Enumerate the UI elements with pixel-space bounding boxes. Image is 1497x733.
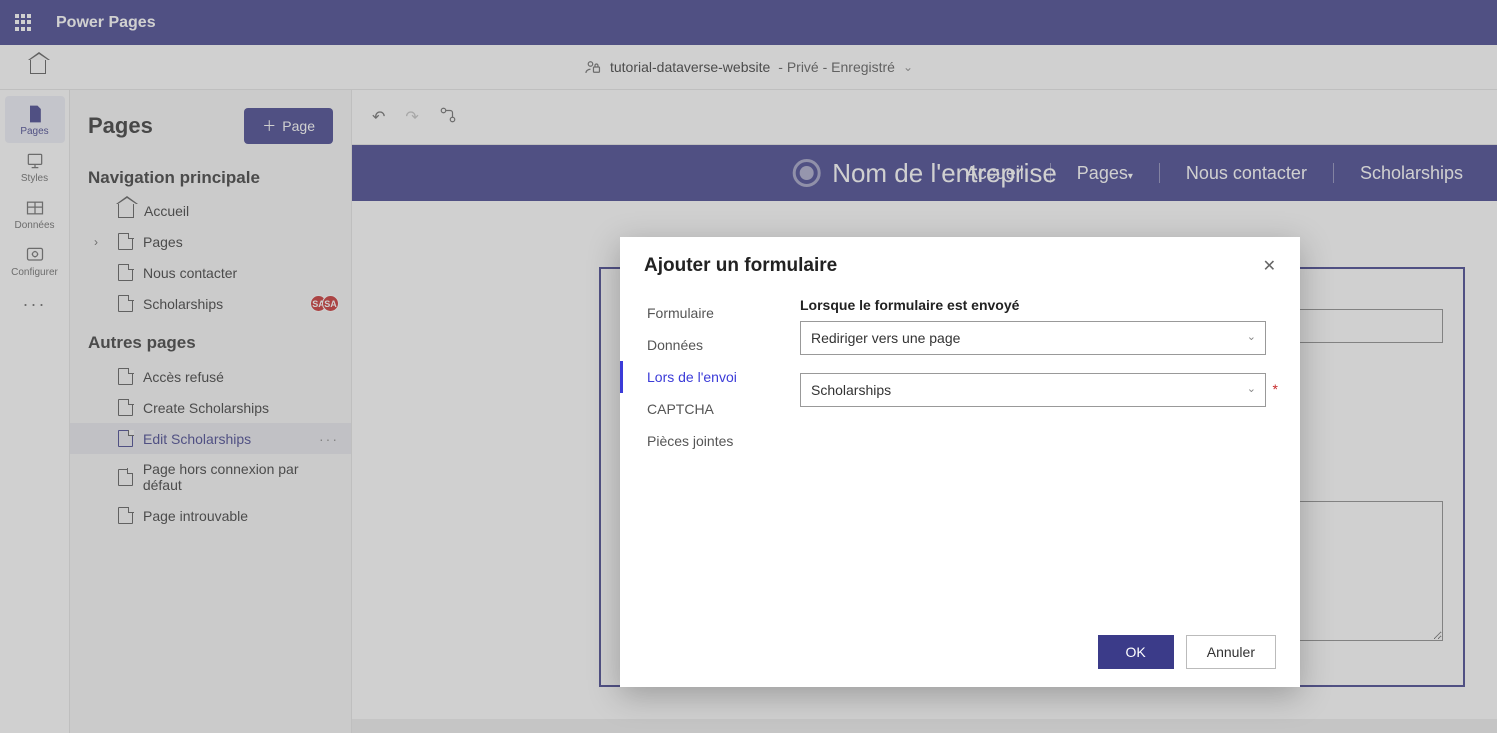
tab-lors-envoi[interactable]: Lors de l'envoi [620,361,790,393]
tab-donnees[interactable]: Données [620,329,790,361]
dialog-tabs: Formulaire Données Lors de l'envoi CAPTC… [620,297,790,621]
tab-pieces-jointes[interactable]: Pièces jointes [620,425,790,457]
ok-button[interactable]: OK [1098,635,1174,669]
add-form-dialog: Ajouter un formulaire ✕ Formulaire Donné… [620,237,1300,687]
on-submit-select-wrapper: Rediriger vers une page ⌄ [800,321,1266,355]
dialog-content: Lorsque le formulaire est envoyé Redirig… [790,297,1276,621]
cancel-button[interactable]: Annuler [1186,635,1276,669]
dialog-title: Ajouter un formulaire [644,255,837,277]
close-icon[interactable]: ✕ [1263,256,1276,276]
required-indicator: * [1273,381,1278,397]
tab-captcha[interactable]: CAPTCHA [620,393,790,425]
dialog-footer: OK Annuler [620,621,1300,687]
on-submit-select[interactable]: Rediriger vers une page [800,321,1266,355]
tab-formulaire[interactable]: Formulaire [620,297,790,329]
content-heading: Lorsque le formulaire est envoyé [800,297,1266,313]
redirect-page-select[interactable]: Scholarships [800,373,1266,407]
redirect-page-select-wrapper: Scholarships ⌄ * [800,373,1266,407]
